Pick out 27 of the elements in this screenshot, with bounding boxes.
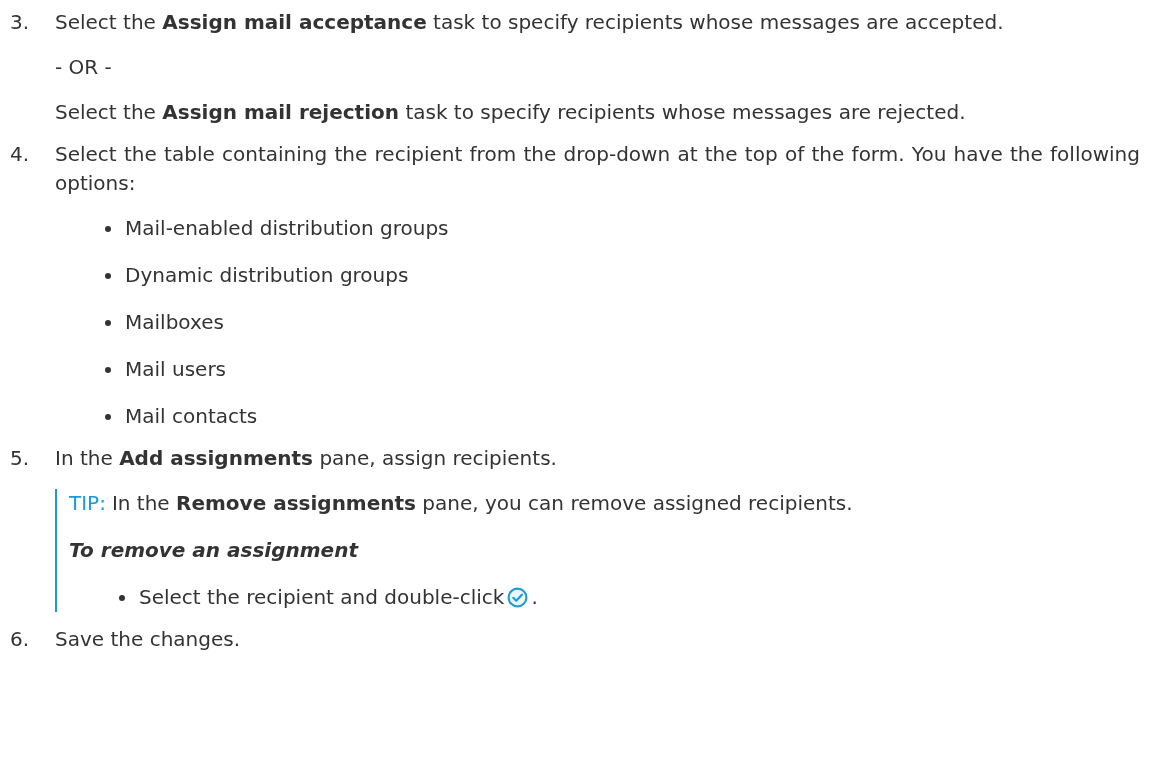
option-text: Dynamic distribution groups [125,262,409,289]
step-number: 5. [10,445,31,472]
option-text: Mail contacts [125,403,258,430]
bullet-dot [105,272,111,279]
step-text: In the Add assignments pane, assign recipients. [55,445,558,472]
step-number: 6. [10,626,31,653]
step-text: Select the Assign mail acceptance task to specify recipients whose messages are accepted. [55,9,1005,36]
tip-text: In the Remove assignments pane, you can remove assigned recipients. [111,490,853,517]
step-number: 3. [10,9,31,36]
step-number: 4. [10,141,31,168]
step-text: Save the changes. [55,626,241,653]
check-circle-icon [507,587,529,608]
step-text: Select the Assign mail rejection task to specify recipients whose messages are rejected. [55,99,967,126]
procedure-heading: To remove an assignment [69,537,360,564]
sentence-period: . [531,584,538,611]
tip-label: TIP: [69,490,106,517]
step-text: - OR - [55,54,113,81]
instruction-text: Select the recipient and double-click [139,584,505,611]
bullet-dot [105,413,111,420]
bullet-dot [105,366,111,373]
bullet-dot [105,225,111,232]
step-text: Select the table containing the recipient from the drop-down at the top of the form. You have the following options: [55,141,1140,197]
bullet-dot [105,319,111,326]
bullet-dot [119,594,125,601]
option-text: Mailboxes [125,309,224,336]
option-text: Mail users [125,356,227,383]
option-text: Mail-enabled distribution groups [125,215,449,242]
